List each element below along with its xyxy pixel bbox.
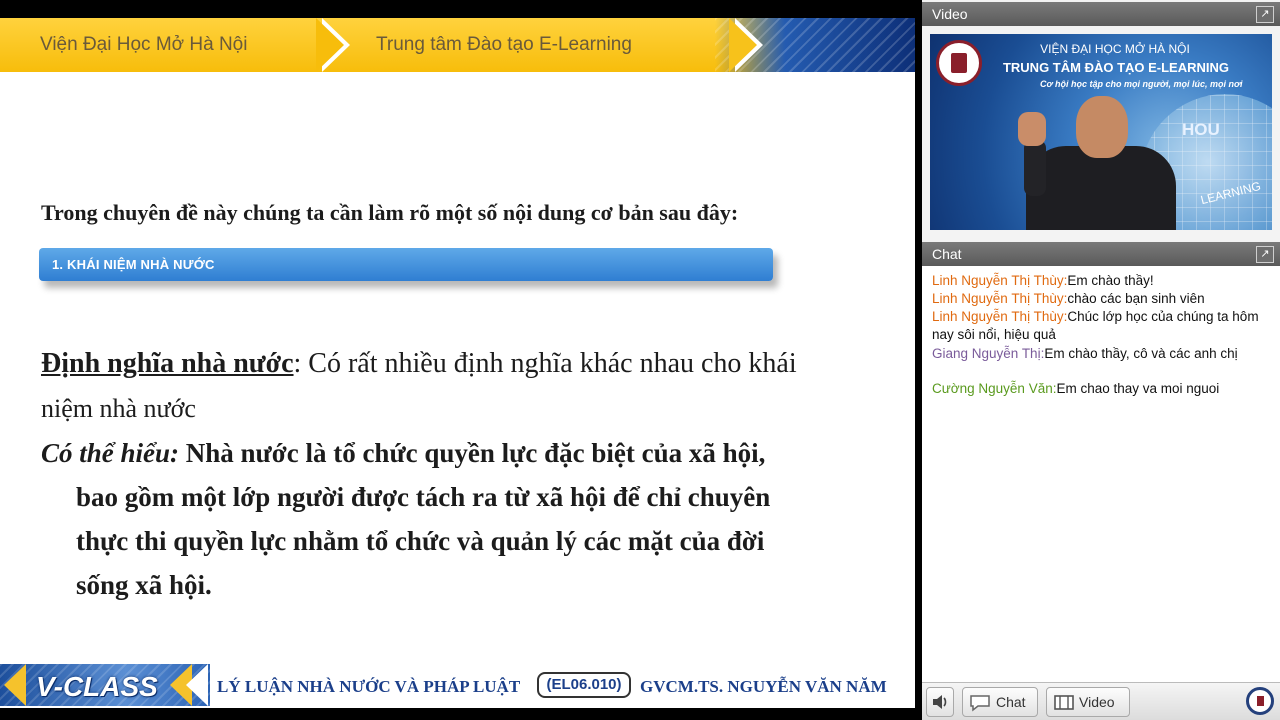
chat-user: Linh Nguyễn Thị Thùy: [932, 273, 1068, 288]
header-chevron [316, 18, 344, 72]
popout-icon[interactable]: ↗ [1256, 6, 1274, 23]
understand-line-4: sống xã hội. [76, 570, 212, 600]
center-name: Trung tâm Đào tạo E-Learning [376, 34, 632, 55]
university-seal-icon [936, 40, 982, 86]
chat-text: Em chào thầy! [1067, 273, 1154, 288]
presenter-body [1026, 146, 1176, 230]
video-panel-header: Video ↗ [922, 2, 1280, 26]
definition-text: : Có rất nhiều định nghĩa khác nhau cho … [293, 348, 797, 379]
chat-message: Linh Nguyễn Thị Thùy:Em chào thầy! [932, 272, 1274, 290]
slide-intro: Trong chuyên đề này chúng ta cần làm rõ … [41, 200, 739, 225]
popout-icon[interactable]: ↗ [1256, 246, 1274, 263]
understand-line-3: thực thi quyền lực nhằm tổ chức và quản … [76, 526, 765, 556]
footer-chevron [186, 664, 208, 706]
chat-button-label: Chat [996, 694, 1026, 710]
section-heading: 1. KHÁI NIỆM NHÀ NƯỚC [52, 257, 215, 272]
understand-line-2: bao gồm một lớp người được tách ra từ xã… [76, 482, 771, 512]
course-title: LÝ LUẬN NHÀ NƯỚC VÀ PHÁP LUẬT [217, 677, 521, 696]
definition-line: Định nghĩa nhà nước: Có rất nhiều định n… [41, 348, 797, 380]
course-code: (EL06.010) [537, 672, 631, 698]
slide-header: Viện Đại Học Mở Hà Nội Trung tâm Đào tạo… [0, 18, 915, 72]
presenter-hand [1018, 112, 1046, 146]
chat-panel-header: Chat ↗ [922, 242, 1280, 266]
chat-text: chào các bạn sinh viên [1067, 291, 1205, 306]
video-panel-title: Video [932, 6, 968, 22]
chat-button[interactable]: Chat [962, 687, 1038, 717]
chat-user: Linh Nguyễn Thị Thùy: [932, 309, 1068, 324]
chat-bubble-icon [970, 695, 990, 712]
chat-user: Cường Nguyễn Văn: [932, 381, 1057, 396]
slide-footer: V-CLASS LÝ LUẬN NHÀ NƯỚC VÀ PHÁP LUẬT (E… [0, 662, 915, 708]
chat-panel-title: Chat [932, 246, 962, 262]
video-institution: VIỆN ĐẠI HỌC MỞ HÀ NỘI [1040, 42, 1190, 56]
chat-message: Linh Nguyễn Thị Thùy:chào các bạn sinh v… [932, 290, 1274, 308]
chat-user: Giang Nguyễn Thị: [932, 346, 1045, 361]
chat-message: Linh Nguyễn Thị Thùy:Chúc lớp học của ch… [932, 308, 1274, 344]
chat-messages[interactable]: Linh Nguyễn Thị Thùy:Em chào thầy! Linh … [922, 266, 1280, 682]
chat-message: Giang Nguyễn Thị:Em chào thầy, cô và các… [932, 345, 1274, 363]
header-chevron [729, 18, 757, 72]
presenter-arm [1024, 140, 1046, 196]
side-panel: Video ↗ VIỆN ĐẠI HỌC MỞ HÀ NỘI TRUNG TÂM… [922, 0, 1280, 720]
chat-message: Cường Nguyễn Văn:Em chao thay va moi ngu… [932, 380, 1274, 398]
lecture-slide: Viện Đại Học Mở Hà Nội Trung tâm Đào tạo… [0, 18, 915, 708]
presenter-head [1076, 96, 1128, 158]
hou-brand: HOU [1182, 120, 1220, 139]
vclass-logo-text: V-CLASS [36, 671, 158, 702]
chat-text: Em chào thầy, cô và các anh chị [1044, 346, 1238, 361]
video-center: TRUNG TÂM ĐÀO TẠO E-LEARNING [1002, 60, 1230, 75]
footer-chevron [4, 664, 26, 706]
section-heading-bar: 1. KHÁI NIỆM NHÀ NƯỚC [39, 248, 773, 281]
video-feed[interactable]: VIỆN ĐẠI HỌC MỞ HÀ NỘI TRUNG TÂM ĐÀO TẠO… [930, 34, 1272, 230]
chat-user: Linh Nguyễn Thị Thùy: [932, 291, 1068, 306]
definition-line-2: niệm nhà nước [41, 394, 196, 423]
film-icon [1054, 695, 1074, 710]
speaker-icon [933, 695, 947, 709]
video-button-label: Video [1079, 694, 1115, 710]
understand-text-1: Nhà nước là tổ chức quyền lực đặc biệt c… [179, 438, 766, 468]
video-slogan: Cơ hội học tập cho mọi người, mọi lúc, m… [1040, 79, 1243, 89]
institution-name: Viện Đại Học Mở Hà Nội [40, 34, 248, 55]
chat-text: Em chao thay va moi nguoi [1056, 381, 1220, 396]
bottom-toolbar: Chat Video [922, 682, 1280, 720]
speaker-button[interactable] [926, 687, 954, 717]
presenter [1018, 96, 1176, 230]
understand-lead: Có thể hiểu: [41, 438, 180, 468]
definition-term: Định nghĩa nhà nước [41, 348, 294, 379]
lecturer-name: GVCM.TS. NGUYỄN VĂN NĂM [640, 677, 887, 696]
video-button[interactable]: Video [1046, 687, 1130, 717]
hou-logo-icon [1246, 687, 1274, 715]
understand-line-1: Có thể hiểu: Nhà nước là tổ chức quyền l… [41, 438, 765, 469]
